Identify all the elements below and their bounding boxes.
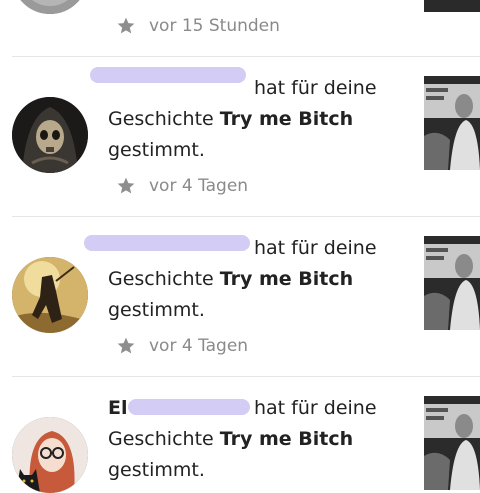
skull-avatar[interactable] — [12, 97, 88, 173]
username[interactable]: El — [108, 393, 254, 424]
line-prefix: Geschichte — [108, 428, 220, 450]
story-cover-thumbnail[interactable] — [424, 396, 480, 490]
story-cover-thumbnail[interactable] — [424, 0, 480, 12]
star-icon — [117, 177, 135, 194]
line-suffix: gestimmt. — [108, 459, 205, 481]
girl-with-cat-avatar[interactable] — [12, 417, 88, 493]
star-icon — [117, 17, 135, 34]
line-prefix: Geschichte — [108, 268, 220, 290]
warrior-avatar[interactable] — [12, 257, 88, 333]
star-icon — [117, 337, 135, 354]
story-cover-thumbnail[interactable] — [424, 76, 480, 170]
story-title[interactable]: Try me Bitch — [220, 268, 353, 290]
notification-item[interactable]: hat für deine Geschichte Try me Bitch ge… — [0, 57, 480, 216]
timestamp-label: vor 15 Stunden — [149, 16, 280, 36]
timestamp: vor 15 Stunden — [116, 14, 280, 38]
timestamp: vor 4 Tagen — [116, 174, 248, 198]
notification-text: hat für deine Geschichte Try me Bitch ge… — [108, 73, 408, 166]
line-suffix: gestimmt. — [108, 299, 205, 321]
timestamp: vor 4 Tagen — [116, 334, 248, 358]
notification-item[interactable]: vor 15 Stunden — [0, 0, 480, 56]
notification-text: hat für deine Geschichte Try me Bitch ge… — [108, 233, 408, 326]
line-prefix: Geschichte — [108, 108, 220, 130]
avatar[interactable] — [12, 0, 88, 14]
action-text: hat für deine — [254, 397, 377, 419]
story-title[interactable]: Try me Bitch — [220, 428, 353, 450]
notification-text: El hat für deine Geschichte Try me Bitch … — [108, 393, 408, 486]
timestamp-label: vor 4 Tagen — [149, 336, 249, 356]
action-text: hat für deine — [254, 237, 377, 259]
notification-item[interactable]: El hat für deine Geschichte Try me Bitch … — [0, 377, 480, 493]
story-cover-thumbnail[interactable] — [424, 236, 480, 330]
line-suffix: gestimmt. — [108, 139, 205, 161]
notification-item[interactable]: hat für deine Geschichte Try me Bitch ge… — [0, 217, 480, 376]
timestamp-label: vor 4 Tagen — [149, 176, 249, 196]
action-text: hat für deine — [254, 77, 377, 99]
story-title[interactable]: Try me Bitch — [220, 108, 353, 130]
